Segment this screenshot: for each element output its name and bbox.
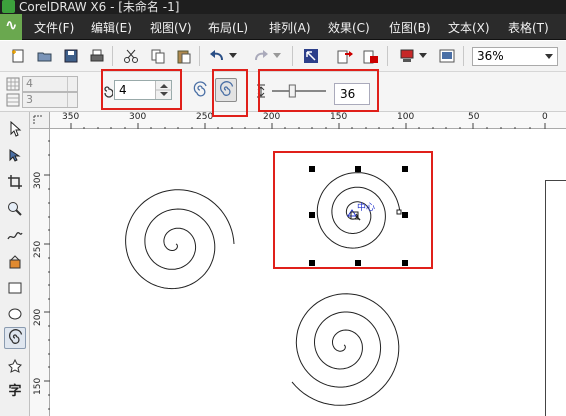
coreldraw-app-icon bbox=[2, 0, 15, 13]
crop-tool[interactable] bbox=[4, 171, 26, 193]
freehand-tool[interactable] bbox=[4, 224, 26, 246]
vertical-ruler[interactable]: 300 250 200 150 bbox=[30, 129, 50, 416]
title-bar: CorelDRAW X6 - [未命名 -1] bbox=[0, 0, 566, 14]
ruler-tick-label: 150 bbox=[33, 377, 43, 395]
export-icon[interactable] bbox=[336, 47, 354, 65]
rectangle-tool[interactable] bbox=[4, 277, 26, 299]
menu-effects[interactable]: 效果(C) bbox=[328, 19, 370, 36]
ruler-tick-label: 300 bbox=[33, 171, 43, 189]
publish-icon[interactable] bbox=[362, 47, 380, 65]
menu-bitmaps[interactable]: 位图(B) bbox=[389, 19, 431, 36]
basic-shapes-tool[interactable] bbox=[4, 355, 26, 377]
center-marker-label: 中心 bbox=[357, 203, 376, 213]
property-bar: 4 3 4 bbox=[0, 72, 566, 112]
print-icon[interactable] bbox=[88, 47, 106, 65]
paste-icon[interactable] bbox=[175, 47, 193, 65]
ruler-tick-label: 0 bbox=[542, 112, 548, 122]
app-launcher-icon[interactable] bbox=[398, 47, 416, 65]
menu-arrange[interactable]: 排列(A) bbox=[269, 19, 311, 36]
toolbar-separator bbox=[199, 46, 200, 66]
zoom-level-select[interactable]: 36% bbox=[472, 47, 558, 66]
app-launcher-dropdown-icon[interactable] bbox=[418, 47, 428, 65]
text-tool[interactable]: 字 bbox=[4, 378, 26, 400]
coreldraw-logo-icon: ∿ bbox=[0, 14, 22, 40]
zoom-tool[interactable] bbox=[4, 198, 26, 220]
symmetrical-spiral-icon[interactable] bbox=[190, 80, 210, 100]
spin-arrows[interactable] bbox=[67, 77, 77, 91]
window-title: CorelDRAW X6 - [未命名 -1] bbox=[19, 0, 180, 14]
selection-handle-right[interactable] bbox=[402, 212, 408, 218]
horizontal-ruler[interactable]: 350 300 250 200 150 100 50 0 bbox=[50, 112, 566, 129]
menu-view[interactable]: 视图(V) bbox=[150, 19, 192, 36]
spiral-expansion-slider[interactable] bbox=[270, 84, 328, 98]
spiral-tool[interactable] bbox=[4, 327, 26, 349]
shape-tool[interactable] bbox=[4, 145, 26, 167]
selection-handle-bottom[interactable] bbox=[355, 260, 361, 266]
menu-text[interactable]: 文本(X) bbox=[448, 19, 490, 36]
ruler-tick-label: 250 bbox=[33, 240, 43, 258]
spiral-expansion-value: 36 bbox=[340, 87, 356, 101]
grid-rows-field[interactable]: 4 bbox=[22, 76, 78, 92]
undo-icon[interactable] bbox=[208, 47, 226, 65]
grid-cols-field[interactable]: 3 bbox=[22, 92, 78, 108]
ruler-origin-icon[interactable] bbox=[30, 112, 50, 129]
menu-bar: ∿ 文件(F) 编辑(E) 视图(V) 布局(L) 排列(A) 效果(C) 位图… bbox=[0, 14, 566, 40]
copy-icon[interactable] bbox=[149, 47, 167, 65]
toolbar-separator bbox=[292, 46, 293, 66]
zoom-level-value: 36% bbox=[477, 49, 504, 63]
spiral-revolutions-field[interactable]: 4 bbox=[114, 80, 172, 100]
graph-paper-icon bbox=[6, 77, 20, 94]
slider-thumb[interactable] bbox=[288, 84, 296, 98]
menu-table[interactable]: 表格(T) bbox=[508, 19, 549, 36]
spiral-expansion-icon bbox=[255, 83, 267, 102]
selection-handle-top[interactable] bbox=[355, 166, 361, 172]
selection-handle-top-left[interactable] bbox=[309, 166, 315, 172]
spin-arrows[interactable] bbox=[67, 93, 77, 107]
spiral-revolutions-icon bbox=[101, 84, 114, 101]
pick-tool[interactable] bbox=[4, 118, 26, 140]
logarithmic-spiral-icon[interactable] bbox=[215, 78, 237, 102]
grid-cols-value: 3 bbox=[26, 93, 33, 106]
save-icon[interactable] bbox=[62, 47, 80, 65]
open-icon[interactable] bbox=[36, 47, 54, 65]
menu-file[interactable]: 文件(F) bbox=[34, 19, 74, 36]
ruler-tick-label: 250 bbox=[196, 112, 214, 122]
toolbox: 字 bbox=[0, 112, 30, 416]
welcome-icon[interactable] bbox=[438, 47, 456, 65]
chevron-down-icon bbox=[545, 54, 553, 59]
selection-handle-top-right[interactable] bbox=[402, 166, 408, 172]
menu-layout[interactable]: 布局(L) bbox=[208, 19, 248, 36]
ruler-tick-label: 100 bbox=[397, 112, 415, 122]
selection-handle-left[interactable] bbox=[309, 212, 315, 218]
selection-handle-bottom-right[interactable] bbox=[402, 260, 408, 266]
undo-dropdown-icon[interactable] bbox=[228, 47, 238, 65]
spin-arrows[interactable] bbox=[155, 81, 172, 99]
ruler-tick-label: 200 bbox=[263, 112, 281, 122]
page-border bbox=[545, 180, 566, 416]
ruler-tick-label: 50 bbox=[468, 112, 480, 122]
drawing-canvas[interactable] bbox=[51, 130, 566, 416]
cut-icon[interactable] bbox=[122, 47, 140, 65]
spiral-revolutions-value: 4 bbox=[119, 83, 127, 97]
graph-paper-icon bbox=[6, 93, 20, 110]
toolbar-separator bbox=[112, 46, 113, 66]
toolbar-separator bbox=[387, 46, 388, 66]
ruler-tick-label: 300 bbox=[129, 112, 147, 122]
new-icon[interactable] bbox=[9, 47, 27, 65]
grid-rows-value: 4 bbox=[26, 77, 33, 90]
ruler-tick-label: 150 bbox=[330, 112, 348, 122]
ruler-tick-label: 200 bbox=[33, 308, 43, 326]
redo-dropdown-icon[interactable] bbox=[272, 47, 282, 65]
spiral-expansion-field[interactable]: 36 bbox=[334, 83, 370, 105]
ruler-tick-label: 350 bbox=[62, 112, 80, 122]
toolbar-separator bbox=[463, 46, 464, 66]
smart-fill-tool[interactable] bbox=[4, 251, 26, 273]
menu-edit[interactable]: 编辑(E) bbox=[91, 19, 132, 36]
ellipse-tool[interactable] bbox=[4, 303, 26, 325]
selection-handle-bottom-left[interactable] bbox=[309, 260, 315, 266]
import-icon[interactable] bbox=[302, 47, 320, 65]
redo-icon[interactable] bbox=[252, 47, 270, 65]
standard-toolbar: 36% bbox=[0, 41, 566, 72]
text-tool-label: 字 bbox=[8, 383, 22, 399]
